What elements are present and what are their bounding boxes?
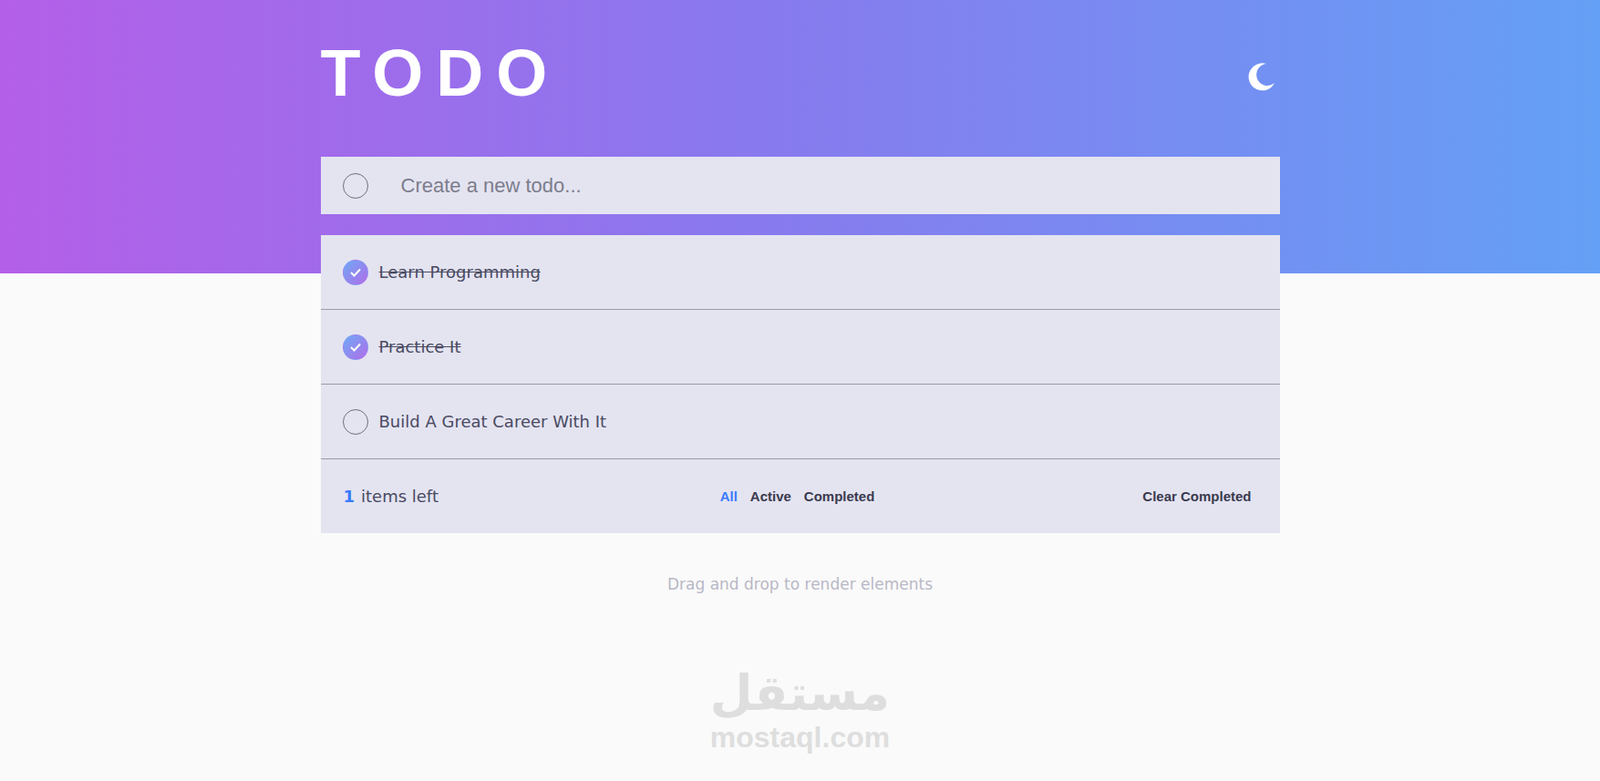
todo-row[interactable]: Practice It [320,309,1280,385]
todo-column: TODO Learn Programming Practice It Build A … [320,0,1280,754]
check-icon [349,267,362,279]
todo-checkbox[interactable] [342,259,369,286]
watermark-latin: mostaql.com [710,721,890,754]
filter-group: All Active Completed [720,486,876,506]
page: TODO Learn Programming Practice It Build A … [0,0,1600,781]
todo-text: Learn Programming [379,262,541,282]
items-left-count: 1 [343,486,356,506]
new-todo-input[interactable] [399,173,1259,199]
watermark-arabic: مستقل [710,666,891,722]
new-todo-checkbox[interactable] [342,173,369,199]
items-left-label: items left [361,486,439,506]
watermark: مستقلmostaql.com [320,666,1280,754]
todo-row[interactable]: Build A Great Career With It [320,384,1280,460]
check-icon [349,341,362,353]
app-title: TODO [320,40,561,106]
todo-checkbox[interactable] [342,334,369,361]
todo-text: Build A Great Career With It [379,412,608,432]
todo-row[interactable]: Learn Programming [320,235,1280,310]
filter-button[interactable]: Active [750,486,792,506]
list-footer: 1items leftAllActiveCompletedClear Compl… [320,459,1280,534]
new-todo-field [320,156,1280,215]
drag-hint: Drag and drop to render elements [320,575,1280,594]
todo-checkbox[interactable] [342,409,369,435]
todo-list: Learn Programming Practice It Build A Grea… [320,235,1280,460]
items-left: 1items left [343,486,721,506]
todo-text: Practice It [379,337,462,357]
filter-button[interactable]: All [720,486,738,506]
filter-button[interactable]: Completed [804,486,876,506]
theme-toggle[interactable] [1243,58,1280,95]
moon-icon [1246,61,1278,93]
title-row: TODO [320,0,1280,106]
clear-completed-button[interactable]: Clear Completed [1142,486,1251,506]
